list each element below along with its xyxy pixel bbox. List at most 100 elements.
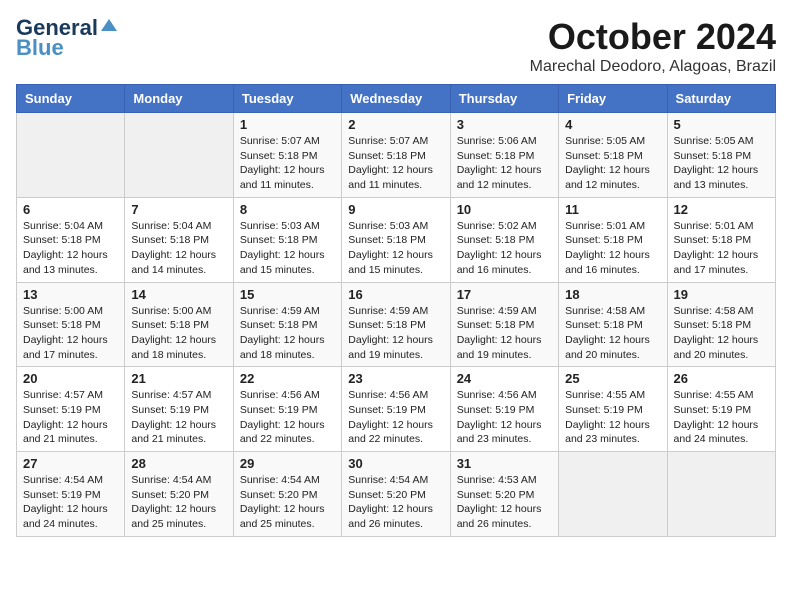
day-info: Sunrise: 4:57 AMSunset: 5:19 PMDaylight:… — [23, 388, 118, 447]
day-number: 27 — [23, 456, 118, 471]
calendar-cell: 19 Sunrise: 4:58 AMSunset: 5:18 PMDayligh… — [667, 282, 775, 367]
calendar-cell: 23Sunrise: 4:56 AMSunset: 5:19 PMDayligh… — [342, 367, 450, 452]
day-info: Sunrise: 5:02 AMSunset: 5:18 PMDaylight:… — [457, 219, 552, 278]
calendar-cell: 6Sunrise: 5:04 AMSunset: 5:18 PMDaylight… — [17, 197, 125, 282]
day-info: Sunrise: 5:01 AMSunset: 5:18 PMDaylight:… — [674, 219, 769, 278]
day-number: 28 — [131, 456, 226, 471]
day-number: 26 — [674, 371, 769, 386]
calendar-cell: 21 Sunrise: 4:57 AMSunset: 5:19 PMDayligh… — [125, 367, 233, 452]
day-info: Sunrise: 5:06 AMSunset: 5:18 PMDaylight:… — [457, 134, 552, 193]
week-row-5: 27 Sunrise: 4:54 AMSunset: 5:19 PMDayligh… — [17, 452, 776, 537]
calendar-cell: 16 Sunrise: 4:59 AMSunset: 5:18 PMDayligh… — [342, 282, 450, 367]
logo-blue: Blue — [16, 36, 64, 60]
location-title: Marechal Deodoro, Alagoas, Brazil — [530, 58, 776, 76]
page-header: General Blue October 2024 Marechal Deodo… — [16, 16, 776, 76]
calendar-cell: 4 Sunrise: 5:05 AMSunset: 5:18 PMDaylight… — [559, 113, 667, 198]
calendar-cell: 17 Sunrise: 4:59 AMSunset: 5:18 PMDayligh… — [450, 282, 558, 367]
day-info: Sunrise: 5:03 AMSunset: 5:18 PMDaylight:… — [240, 219, 335, 278]
calendar-cell: 2 Sunrise: 5:07 AMSunset: 5:18 PMDaylight… — [342, 113, 450, 198]
week-row-2: 6Sunrise: 5:04 AMSunset: 5:18 PMDaylight… — [17, 197, 776, 282]
calendar-cell: 12 Sunrise: 5:01 AMSunset: 5:18 PMDayligh… — [667, 197, 775, 282]
day-number: 31 — [457, 456, 552, 471]
month-title: October 2024 — [530, 16, 776, 58]
calendar-cell: 27 Sunrise: 4:54 AMSunset: 5:19 PMDayligh… — [17, 452, 125, 537]
calendar-cell: 10 Sunrise: 5:02 AMSunset: 5:18 PMDayligh… — [450, 197, 558, 282]
week-row-4: 20 Sunrise: 4:57 AMSunset: 5:19 PMDayligh… — [17, 367, 776, 452]
day-info: Sunrise: 4:59 AMSunset: 5:18 PMDaylight:… — [240, 304, 335, 363]
day-number: 3 — [457, 117, 552, 132]
day-info: Sunrise: 5:05 AMSunset: 5:18 PMDaylight:… — [674, 134, 769, 193]
day-info: Sunrise: 4:54 AMSunset: 5:20 PMDaylight:… — [348, 473, 443, 532]
calendar-cell: 13Sunrise: 5:00 AMSunset: 5:18 PMDayligh… — [17, 282, 125, 367]
calendar-cell: 25 Sunrise: 4:55 AMSunset: 5:19 PMDayligh… — [559, 367, 667, 452]
calendar-cell — [125, 113, 233, 198]
day-info: Sunrise: 5:01 AMSunset: 5:18 PMDaylight:… — [565, 219, 660, 278]
day-info: Sunrise: 4:59 AMSunset: 5:18 PMDaylight:… — [457, 304, 552, 363]
day-number: 12 — [674, 202, 769, 217]
day-number: 30 — [348, 456, 443, 471]
day-info: Sunrise: 4:54 AMSunset: 5:20 PMDaylight:… — [131, 473, 226, 532]
day-number: 11 — [565, 202, 660, 217]
calendar-cell: 3 Sunrise: 5:06 AMSunset: 5:18 PMDaylight… — [450, 113, 558, 198]
day-number: 9 — [348, 202, 443, 217]
weekday-header-monday: Monday — [125, 85, 233, 113]
day-number: 25 — [565, 371, 660, 386]
calendar-cell — [667, 452, 775, 537]
day-number: 21 — [131, 371, 226, 386]
calendar-cell: 20 Sunrise: 4:57 AMSunset: 5:19 PMDayligh… — [17, 367, 125, 452]
day-number: 8 — [240, 202, 335, 217]
calendar-cell: 22 Sunrise: 4:56 AMSunset: 5:19 PMDayligh… — [233, 367, 341, 452]
calendar-cell: 24 Sunrise: 4:56 AMSunset: 5:19 PMDayligh… — [450, 367, 558, 452]
calendar-cell: 8 Sunrise: 5:03 AMSunset: 5:18 PMDaylight… — [233, 197, 341, 282]
day-info: Sunrise: 4:54 AMSunset: 5:20 PMDaylight:… — [240, 473, 335, 532]
day-info: Sunrise: 4:56 AMSunset: 5:19 PMDaylight:… — [457, 388, 552, 447]
day-number: 17 — [457, 287, 552, 302]
calendar-table: SundayMondayTuesdayWednesdayThursdayFrid… — [16, 84, 776, 537]
day-number: 2 — [348, 117, 443, 132]
weekday-header-thursday: Thursday — [450, 85, 558, 113]
calendar-cell: 9 Sunrise: 5:03 AMSunset: 5:18 PMDaylight… — [342, 197, 450, 282]
calendar-cell: 1 Sunrise: 5:07 AMSunset: 5:18 PMDaylight… — [233, 113, 341, 198]
calendar-cell: 28 Sunrise: 4:54 AMSunset: 5:20 PMDayligh… — [125, 452, 233, 537]
logo: General Blue — [16, 16, 118, 60]
day-number: 10 — [457, 202, 552, 217]
day-info: Sunrise: 5:07 AMSunset: 5:18 PMDaylight:… — [348, 134, 443, 193]
weekday-header-friday: Friday — [559, 85, 667, 113]
day-info: Sunrise: 4:58 AMSunset: 5:18 PMDaylight:… — [674, 304, 769, 363]
day-number: 4 — [565, 117, 660, 132]
day-info: Sunrise: 4:57 AMSunset: 5:19 PMDaylight:… — [131, 388, 226, 447]
day-number: 14 — [131, 287, 226, 302]
calendar-cell: 5 Sunrise: 5:05 AMSunset: 5:18 PMDaylight… — [667, 113, 775, 198]
day-number: 23 — [348, 371, 443, 386]
day-number: 7 — [131, 202, 226, 217]
day-number: 5 — [674, 117, 769, 132]
day-info: Sunrise: 4:55 AMSunset: 5:19 PMDaylight:… — [674, 388, 769, 447]
day-number: 16 — [348, 287, 443, 302]
day-number: 24 — [457, 371, 552, 386]
calendar-cell — [17, 113, 125, 198]
day-info: Sunrise: 5:05 AMSunset: 5:18 PMDaylight:… — [565, 134, 660, 193]
day-info: Sunrise: 5:04 AMSunset: 5:18 PMDaylight:… — [131, 219, 226, 278]
day-number: 13 — [23, 287, 118, 302]
day-info: Sunrise: 5:07 AMSunset: 5:18 PMDaylight:… — [240, 134, 335, 193]
day-info: Sunrise: 4:55 AMSunset: 5:19 PMDaylight:… — [565, 388, 660, 447]
logo-icon — [100, 17, 118, 35]
day-number: 29 — [240, 456, 335, 471]
day-info: Sunrise: 4:53 AMSunset: 5:20 PMDaylight:… — [457, 473, 552, 532]
day-number: 15 — [240, 287, 335, 302]
day-number: 19 — [674, 287, 769, 302]
calendar-cell: 18Sunrise: 4:58 AMSunset: 5:18 PMDayligh… — [559, 282, 667, 367]
day-info: Sunrise: 4:59 AMSunset: 5:18 PMDaylight:… — [348, 304, 443, 363]
calendar-cell: 14 Sunrise: 5:00 AMSunset: 5:18 PMDayligh… — [125, 282, 233, 367]
weekday-header-wednesday: Wednesday — [342, 85, 450, 113]
day-number: 1 — [240, 117, 335, 132]
day-info: Sunrise: 5:03 AMSunset: 5:18 PMDaylight:… — [348, 219, 443, 278]
calendar-cell: 26 Sunrise: 4:55 AMSunset: 5:19 PMDayligh… — [667, 367, 775, 452]
day-info: Sunrise: 4:56 AMSunset: 5:19 PMDaylight:… — [240, 388, 335, 447]
day-number: 22 — [240, 371, 335, 386]
day-number: 20 — [23, 371, 118, 386]
day-info: Sunrise: 4:54 AMSunset: 5:19 PMDaylight:… — [23, 473, 118, 532]
week-row-1: 1 Sunrise: 5:07 AMSunset: 5:18 PMDaylight… — [17, 113, 776, 198]
day-info: Sunrise: 5:00 AMSunset: 5:18 PMDaylight:… — [131, 304, 226, 363]
calendar-cell: 29 Sunrise: 4:54 AMSunset: 5:20 PMDayligh… — [233, 452, 341, 537]
